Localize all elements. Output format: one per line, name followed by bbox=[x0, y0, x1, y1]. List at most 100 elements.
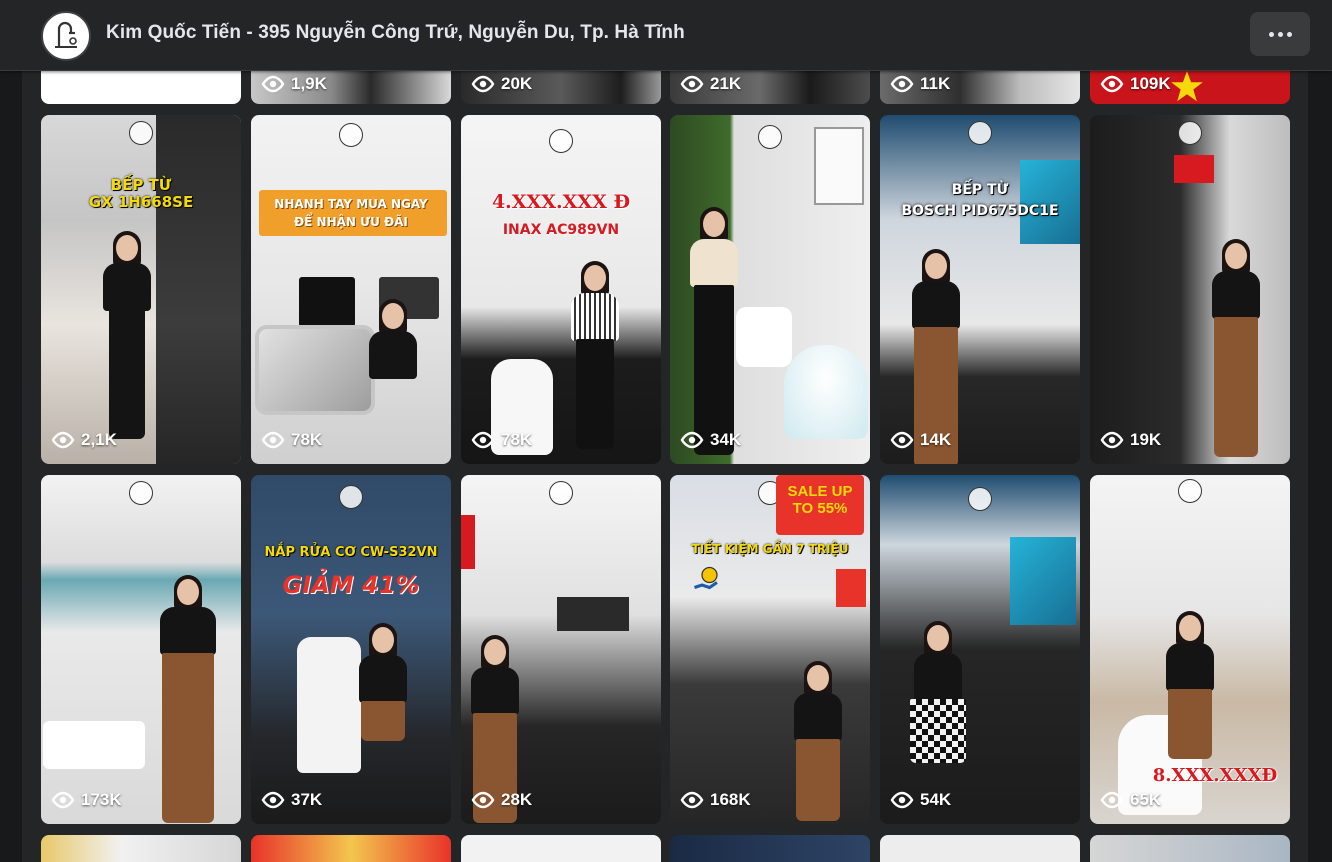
presenter bbox=[908, 621, 968, 815]
presenter bbox=[788, 661, 848, 821]
view-count: 11K bbox=[890, 74, 950, 94]
eye-icon bbox=[680, 791, 704, 809]
eye-icon bbox=[261, 791, 285, 809]
view-count-label: 2,1K bbox=[81, 430, 117, 449]
eye-icon bbox=[51, 431, 75, 449]
promo-sticker bbox=[836, 569, 866, 607]
brand-logo-icon bbox=[339, 123, 363, 147]
kitchen-faucet-logo-icon bbox=[55, 21, 77, 48]
video-tile[interactable]: 34K bbox=[670, 115, 870, 464]
promo-sign bbox=[1174, 155, 1214, 183]
view-count: 34K bbox=[680, 430, 741, 450]
brand-logo-icon bbox=[968, 487, 992, 511]
eye-icon bbox=[890, 791, 914, 809]
video-tile[interactable]: NẮP RỬA CƠ CW-S32VN GIẢM 41% 37K bbox=[251, 475, 451, 824]
video-caption-secondary: INAX AC989VN bbox=[502, 222, 620, 238]
product-hood bbox=[1010, 537, 1076, 625]
video-tile[interactable] bbox=[880, 835, 1080, 862]
view-count: 19K bbox=[1100, 430, 1161, 450]
video-tile[interactable]: BẾP TỪ GX 1H668SE 2,1K bbox=[41, 115, 241, 464]
presenter bbox=[353, 623, 413, 741]
brand-logo-icon bbox=[1178, 479, 1202, 503]
video-tile[interactable] bbox=[670, 835, 870, 862]
page: 1,9K 20K 21K 11K 109K BẾP TỪ GX 1H668SE … bbox=[0, 0, 1332, 862]
video-tile[interactable]: 28K bbox=[461, 475, 661, 824]
view-count-label: 173K bbox=[81, 790, 122, 809]
video-tile[interactable]: NHANH TAY MUA NGAY ĐỂ NHẬN ƯU ĐÃI 78K bbox=[251, 115, 451, 464]
view-count: 14K bbox=[890, 430, 951, 450]
video-caption: BẾP TỪ BOSCH PID675DC1E bbox=[901, 182, 1059, 219]
video-tile[interactable] bbox=[41, 835, 241, 862]
view-count-label: 78K bbox=[501, 430, 533, 449]
video-tile[interactable]: 4.XXX.XXX Đ INAX AC989VN 78K bbox=[461, 115, 661, 464]
video-caption: 8.XXX.XXXĐ bbox=[1152, 765, 1278, 786]
eye-icon bbox=[471, 75, 495, 93]
product-toilet bbox=[297, 637, 361, 773]
view-count-label: 34K bbox=[710, 430, 742, 449]
view-count: 173K bbox=[51, 790, 122, 810]
presenter bbox=[363, 299, 423, 423]
view-count-label: 1,9K bbox=[291, 74, 327, 93]
video-tile[interactable]: 19K bbox=[1090, 115, 1290, 464]
view-count: 78K bbox=[261, 430, 322, 450]
presenter bbox=[684, 207, 744, 461]
video-caption: BẾP TỪ GX 1H668SE bbox=[88, 176, 194, 211]
video-tile[interactable] bbox=[461, 835, 661, 862]
video-caption: NẮP RỬA CƠ CW-S32VN bbox=[264, 545, 438, 560]
presenter bbox=[153, 575, 223, 824]
more-options-button[interactable] bbox=[1250, 12, 1310, 56]
video-tile[interactable] bbox=[1090, 835, 1290, 862]
view-count: 78K bbox=[471, 430, 532, 450]
product-basin bbox=[43, 721, 145, 769]
eye-icon bbox=[471, 431, 495, 449]
video-grid: 1,9K 20K 21K 11K 109K BẾP TỪ GX 1H668SE … bbox=[41, 0, 1290, 862]
page-title[interactable]: Kim Quốc Tiến - 395 Nguyễn Công Trứ, Ngu… bbox=[106, 22, 685, 44]
view-count-label: 65K bbox=[1130, 790, 1162, 809]
brand-logo-icon bbox=[1178, 121, 1202, 145]
brand-logo-icon bbox=[129, 121, 153, 145]
video-tile[interactable]: 54K bbox=[880, 475, 1080, 824]
view-count: 54K bbox=[890, 790, 951, 810]
more-horizontal-icon bbox=[1277, 31, 1283, 37]
presenter bbox=[97, 231, 157, 455]
view-count-label: 20K bbox=[501, 74, 533, 93]
eye-icon bbox=[680, 75, 704, 93]
video-caption: 4.XXX.XXX Đ bbox=[491, 191, 631, 213]
page-header: Kim Quốc Tiến - 395 Nguyễn Công Trứ, Ngu… bbox=[0, 0, 1332, 71]
brand-logo-icon bbox=[549, 129, 573, 153]
video-tile[interactable] bbox=[251, 835, 451, 862]
product-smart-toilet bbox=[784, 345, 868, 439]
product-hood bbox=[557, 597, 629, 631]
video-tile[interactable]: 173K bbox=[41, 475, 241, 824]
product-hood bbox=[299, 277, 355, 327]
view-count: 1,9K bbox=[261, 74, 327, 94]
video-tile[interactable]: BẾP TỪ BOSCH PID675DC1E 14K bbox=[880, 115, 1080, 464]
view-count-label: 28K bbox=[501, 790, 533, 809]
brand-logo-icon bbox=[968, 121, 992, 145]
star-icon bbox=[1171, 71, 1203, 102]
presenter bbox=[1206, 239, 1266, 463]
view-count-label: 19K bbox=[1130, 430, 1162, 449]
eye-icon bbox=[890, 75, 914, 93]
page-avatar[interactable] bbox=[41, 11, 91, 61]
eye-icon bbox=[261, 75, 285, 93]
view-count: 168K bbox=[680, 790, 751, 810]
view-count-label: 168K bbox=[710, 790, 751, 809]
promo-sign bbox=[461, 515, 475, 569]
video-caption: NHANH TAY MUA NGAY ĐỂ NHẬN ƯU ĐÃI bbox=[274, 197, 428, 229]
view-count-label: 78K bbox=[291, 430, 323, 449]
eye-icon bbox=[471, 791, 495, 809]
view-count-label: 11K bbox=[920, 74, 951, 93]
presenter bbox=[565, 261, 625, 455]
video-tile[interactable]: SALE UP TO 55% TIẾT KIỆM GẦN 7 TRIỆU 168… bbox=[670, 475, 870, 824]
eye-icon bbox=[261, 431, 285, 449]
money-hand-icon bbox=[694, 566, 718, 590]
video-tile[interactable]: 8.XXX.XXXĐ 65K bbox=[1090, 475, 1290, 824]
view-count-label: 21K bbox=[710, 74, 742, 93]
wall-art bbox=[814, 127, 864, 205]
view-count-label: 37K bbox=[291, 790, 323, 809]
brand-logo-icon bbox=[339, 485, 363, 509]
more-horizontal-icon bbox=[1268, 31, 1274, 37]
product-sink bbox=[255, 325, 375, 415]
eye-icon bbox=[1100, 791, 1124, 809]
